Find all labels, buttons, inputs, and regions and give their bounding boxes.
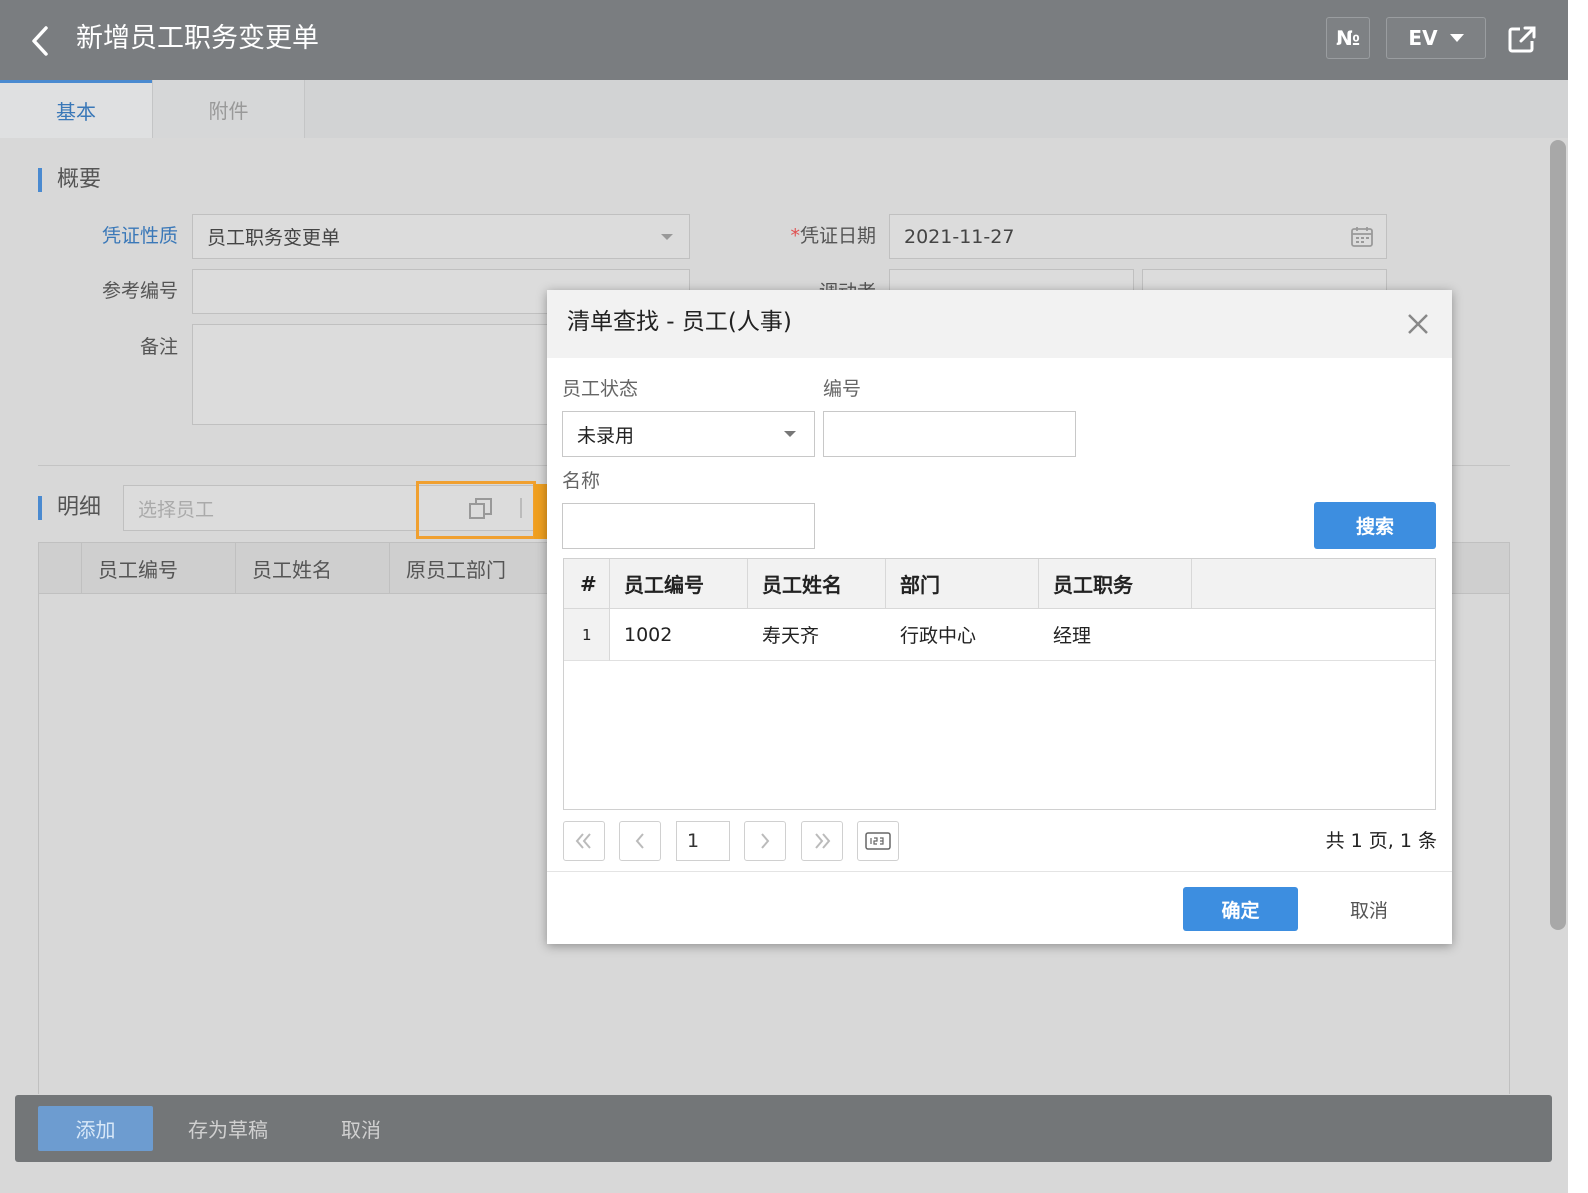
employee-status-label: 员工状态 (562, 378, 639, 400)
first-page-button[interactable] (563, 821, 605, 861)
double-chevron-right-icon (815, 833, 831, 849)
column-header-index: # (564, 559, 610, 609)
section-marker (38, 168, 42, 192)
column-header-original-dept[interactable]: 原员工部门 (389, 542, 547, 594)
caret-down-icon (1449, 34, 1464, 42)
transferee-label: 调动者 (760, 270, 876, 290)
voucher-type-select[interactable]: 员工职务变更单 (192, 214, 690, 259)
lookup-dialog: 清单查找 - 员工(人事) 员工状态 未录用 编号 名称 搜索 # 员工编号 员… (547, 290, 1452, 944)
page-number-input[interactable]: 1 (676, 821, 730, 861)
dialog-footer-divider (547, 871, 1452, 872)
column-header-employee-name[interactable]: 员工姓名 (748, 559, 886, 609)
share-export-icon[interactable] (1506, 22, 1538, 56)
last-page-button[interactable] (801, 821, 843, 861)
ev-button-label: EV (1408, 26, 1438, 50)
column-header-employee-name[interactable]: 员工姓名 (235, 542, 389, 594)
cell-position: 经理 (1039, 609, 1192, 661)
callout-highlight (416, 481, 536, 539)
tab-basic-label: 基本 (56, 100, 96, 124)
next-page-button[interactable] (744, 821, 786, 861)
confirm-button[interactable]: 确定 (1183, 887, 1298, 931)
save-draft-button[interactable]: 存为草稿 (188, 1106, 268, 1151)
reference-number-label: 参考编号 (101, 280, 178, 302)
column-header-position[interactable]: 员工职务 (1039, 559, 1192, 609)
number-button-label: № (1335, 26, 1361, 50)
calendar-icon[interactable] (1350, 226, 1374, 248)
number-button[interactable]: № (1326, 17, 1370, 59)
cancel-button[interactable]: 取消 (341, 1106, 381, 1151)
name-label: 名称 (562, 470, 601, 492)
table-row[interactable]: 1 1002 寿天齐 行政中心 经理 (564, 609, 1435, 661)
cell-department: 行政中心 (886, 609, 1039, 661)
dialog-title: 清单查找 - 员工(人事) (567, 309, 792, 335)
chevron-left-icon (635, 833, 644, 849)
column-header-employee-code[interactable]: 员工编号 (610, 559, 748, 609)
dialog-cancel-button[interactable]: 取消 (1339, 887, 1399, 931)
detail-section-title: 明细 (57, 495, 102, 520)
voucher-type-value: 员工职务变更单 (207, 227, 341, 249)
back-arrow-icon[interactable] (26, 24, 56, 58)
tab-attachment[interactable]: 附件 (152, 80, 305, 138)
overview-section-title: 概要 (57, 167, 102, 192)
section-marker (38, 496, 42, 520)
chevron-right-icon (761, 833, 770, 849)
cell-employee-name: 寿天齐 (748, 609, 886, 661)
pagination-summary: 共 1 页, 1 条 (1325, 830, 1437, 852)
tab-basic[interactable]: 基本 (0, 80, 152, 138)
ev-dropdown-button[interactable]: EV (1386, 17, 1486, 59)
employee-status-value: 未录用 (577, 424, 635, 447)
column-header-department[interactable]: 部门 (886, 559, 1039, 609)
numeric-keypad-icon (865, 832, 891, 850)
scrollbar-thumb[interactable] (1550, 140, 1566, 930)
employee-status-select[interactable]: 未录用 (562, 411, 815, 457)
code-label: 编号 (823, 378, 862, 400)
select-employee-placeholder: 选择员工 (138, 498, 215, 521)
add-button[interactable]: 添加 (38, 1106, 153, 1151)
search-button[interactable]: 搜索 (1314, 502, 1436, 549)
results-table: # 员工编号 员工姓名 部门 员工职务 1 1002 寿天齐 行政中心 经理 (563, 558, 1436, 810)
page-title: 新增员工职务变更单 (76, 23, 319, 54)
voucher-date-label: *凭证日期 (760, 215, 876, 257)
column-header-filler (1192, 559, 1435, 609)
row-index: 1 (564, 609, 610, 661)
code-input[interactable] (823, 411, 1076, 457)
column-header-employee-code[interactable]: 员工编号 (81, 542, 235, 594)
double-chevron-left-icon (575, 833, 591, 849)
voucher-date-input[interactable]: 2021-11-27 (889, 214, 1387, 259)
remark-label: 备注 (139, 336, 178, 358)
caret-down-icon (661, 233, 673, 240)
cell-employee-code: 1002 (610, 609, 748, 661)
voucher-date-label-text: 凭证日期 (799, 225, 876, 247)
jump-page-button[interactable] (857, 821, 899, 861)
prev-page-button[interactable] (619, 821, 661, 861)
tab-attachment-label: 附件 (208, 98, 249, 123)
name-input[interactable] (562, 503, 815, 549)
required-mark: * (790, 225, 800, 247)
close-icon[interactable] (1404, 310, 1432, 338)
cell-filler (1192, 609, 1435, 661)
voucher-type-label: 凭证性质 (101, 225, 178, 247)
caret-down-icon (784, 431, 796, 437)
voucher-date-value: 2021-11-27 (904, 225, 1015, 248)
